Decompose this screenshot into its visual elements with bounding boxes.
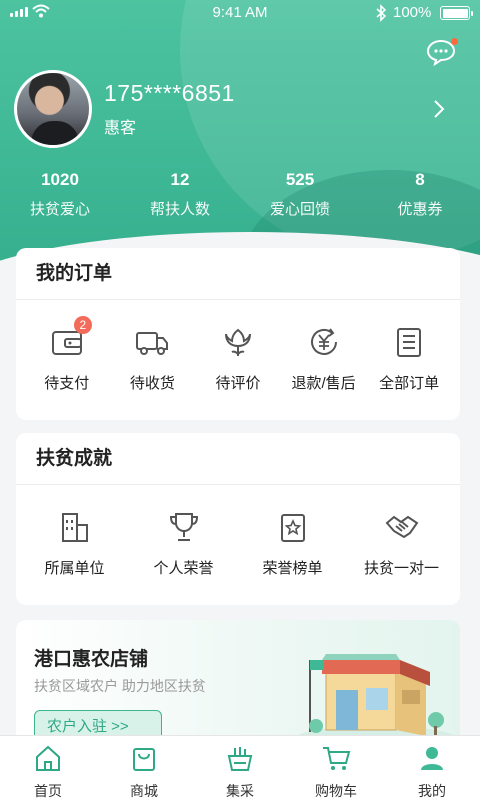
tab-label: 购物车 bbox=[315, 783, 357, 799]
order-label: 待收货 bbox=[129, 375, 175, 392]
message-button[interactable] bbox=[426, 38, 458, 68]
order-pending-review[interactable]: 待评价 bbox=[195, 300, 281, 393]
achievement-ranking[interactable]: 荣誉榜单 bbox=[238, 485, 347, 578]
shopping-bag-icon bbox=[133, 748, 155, 771]
promo-banner[interactable]: 港口惠农店铺 扶贫区域农户 助力地区扶贫 农户入驻 >> bbox=[16, 620, 460, 750]
order-label: 待评价 bbox=[215, 375, 261, 392]
tab-cart[interactable]: 购物车 bbox=[288, 736, 384, 800]
user-icon bbox=[421, 747, 443, 770]
profile-header bbox=[0, 0, 480, 290]
order-pending-receipt[interactable]: 待收货 bbox=[110, 300, 196, 393]
home-icon bbox=[36, 745, 60, 771]
order-label: 退款/售后 bbox=[291, 375, 356, 392]
stat-value: 1020 bbox=[41, 170, 79, 189]
stat-label: 扶贫爱心 bbox=[29, 201, 90, 218]
achievements-card: 扶贫成就 所属单位 个人荣誉 荣誉榜单 扶贫一对一 bbox=[16, 433, 460, 605]
stat-value: 8 bbox=[415, 170, 425, 189]
tab-label: 集采 bbox=[226, 783, 254, 799]
building-icon bbox=[61, 513, 88, 542]
truck-icon bbox=[136, 332, 169, 355]
battery-icon bbox=[440, 6, 473, 20]
tab-home[interactable]: 首页 bbox=[0, 736, 96, 800]
achievements-title: 扶贫成就 bbox=[16, 433, 460, 485]
tab-label: 首页 bbox=[34, 783, 62, 799]
stats-row: 1020 扶贫爱心 12 帮扶人数 525 爱心回馈 8 优惠券 bbox=[0, 170, 480, 219]
achievement-label: 个人荣誉 bbox=[153, 560, 214, 577]
order-label: 全部订单 bbox=[379, 375, 440, 392]
promo-title: 港口惠农店铺 bbox=[34, 649, 149, 670]
chevron-right-icon[interactable] bbox=[432, 98, 446, 120]
tab-me[interactable]: 我的 bbox=[384, 736, 480, 800]
star-board-icon bbox=[280, 514, 305, 542]
handshake-icon bbox=[385, 515, 418, 539]
stat-love[interactable]: 1020 扶贫爱心 bbox=[0, 170, 120, 219]
user-role: 惠客 bbox=[104, 120, 137, 137]
achievement-unit[interactable]: 所属单位 bbox=[20, 485, 129, 578]
stat-label: 爱心回馈 bbox=[269, 201, 330, 218]
tab-label: 我的 bbox=[418, 783, 446, 799]
orders-card: 我的订单 2 待支付 待收货 待评价 退款/售后 全部订单 bbox=[16, 248, 460, 420]
achievement-label: 荣誉榜单 bbox=[262, 560, 323, 577]
order-refund[interactable]: 退款/售后 bbox=[281, 300, 367, 393]
achievement-label: 扶贫一对一 bbox=[363, 560, 439, 577]
stat-value: 12 bbox=[170, 170, 190, 189]
tab-label: 商城 bbox=[130, 783, 158, 799]
stat-value: 525 bbox=[285, 170, 315, 189]
stat-feedback[interactable]: 525 爱心回馈 bbox=[240, 170, 360, 219]
order-all[interactable]: 全部订单 bbox=[366, 300, 452, 393]
stat-helped[interactable]: 12 帮扶人数 bbox=[120, 170, 240, 219]
user-phone: 175****6851 bbox=[104, 80, 235, 106]
trophy-icon bbox=[169, 513, 198, 541]
promo-subtitle: 扶贫区域农户 助力地区扶贫 bbox=[34, 678, 206, 694]
achievement-honor[interactable]: 个人荣誉 bbox=[129, 485, 238, 578]
tab-mall[interactable]: 商城 bbox=[96, 736, 192, 800]
bluetooth-icon bbox=[376, 4, 387, 22]
achievement-label: 所属单位 bbox=[44, 560, 105, 577]
tab-bar: 首页 商城 集采 购物车 我的 bbox=[0, 735, 480, 800]
cart-icon bbox=[323, 747, 351, 770]
basket-icon bbox=[227, 747, 253, 771]
store-illustration-icon bbox=[296, 654, 456, 750]
order-pending-payment[interactable]: 2 待支付 bbox=[24, 300, 110, 393]
order-badge: 2 bbox=[73, 316, 92, 334]
order-label: 待支付 bbox=[44, 375, 90, 392]
flower-icon bbox=[224, 328, 251, 356]
stat-label: 帮扶人数 bbox=[149, 201, 210, 218]
unread-dot bbox=[451, 38, 458, 45]
yen-refund-icon bbox=[310, 328, 337, 355]
achievement-one-on-one[interactable]: 扶贫一对一 bbox=[347, 485, 456, 578]
status-bar: 9:41 AM 100% bbox=[0, 0, 480, 26]
battery-percent: 100% bbox=[393, 4, 432, 21]
orders-title: 我的订单 bbox=[16, 248, 460, 300]
stat-label: 优惠券 bbox=[397, 201, 443, 218]
avatar[interactable] bbox=[14, 70, 92, 148]
list-icon bbox=[397, 328, 422, 357]
stat-coupons[interactable]: 8 优惠券 bbox=[360, 170, 480, 219]
tab-procurement[interactable]: 集采 bbox=[192, 736, 288, 800]
